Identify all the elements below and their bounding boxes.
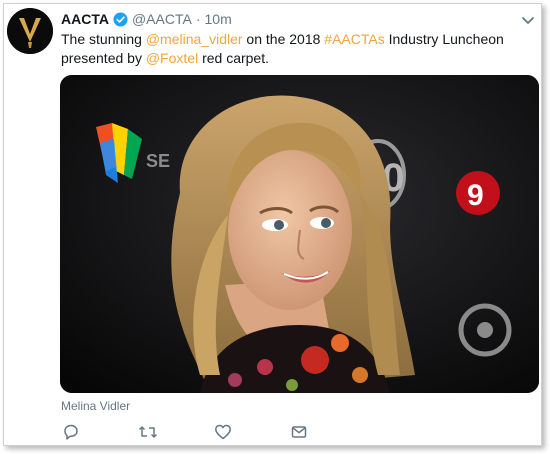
tweet-actions: [61, 422, 361, 444]
tweet-text: The stunning @melina_vidler on the 2018 …: [61, 30, 531, 68]
separator-dot: ·: [195, 11, 201, 27]
author-name[interactable]: AACTA: [61, 11, 109, 27]
verified-badge-icon: [113, 11, 128, 27]
heart-icon[interactable]: [213, 422, 233, 442]
timestamp[interactable]: 10m: [205, 11, 232, 27]
text-part: red carpet.: [198, 50, 270, 66]
photo-caption: Melina Vidler: [61, 399, 131, 413]
text-part: The stunning: [61, 31, 146, 47]
reply-icon[interactable]: [61, 422, 81, 442]
avatar[interactable]: [7, 8, 53, 54]
retweet-icon[interactable]: [138, 422, 158, 442]
author-handle[interactable]: @AACTA: [132, 11, 192, 27]
aacta-logo-icon: [7, 8, 53, 54]
hashtag-link[interactable]: #AACTAs: [324, 31, 384, 47]
photo-illustration: SE 10 9 7: [60, 75, 539, 393]
chevron-down-icon[interactable]: [521, 13, 535, 24]
text-part: on the 2018: [242, 31, 325, 47]
nine-logo-text: 9: [467, 179, 484, 212]
tweet-card: AACTA @AACTA · 10m The stunning @melina_…: [3, 3, 542, 446]
tweet-photo[interactable]: SE 10 9 7: [60, 75, 539, 393]
backdrop-logo-nine-top: 9: [456, 171, 500, 215]
mention-link[interactable]: @melina_vidler: [146, 31, 243, 47]
envelope-icon[interactable]: [289, 422, 309, 442]
mention-link[interactable]: @Foxtel: [146, 50, 198, 66]
sbs-logo-text: SE: [146, 151, 170, 171]
tweet-header: AACTA @AACTA · 10m: [61, 11, 232, 27]
